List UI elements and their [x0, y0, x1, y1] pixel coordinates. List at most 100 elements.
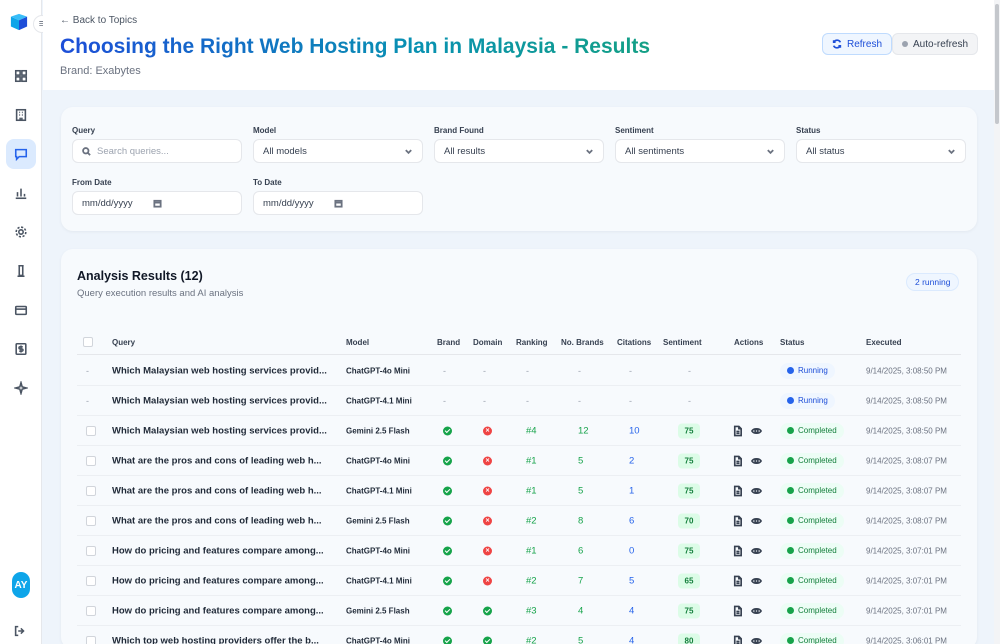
brand-found-select[interactable]: All results — [434, 139, 604, 163]
row-checkbox[interactable] — [86, 455, 96, 466]
calendar-icon[interactable] — [153, 199, 162, 208]
query-text[interactable]: What are the pros and cons of leading we… — [112, 455, 322, 466]
table-row[interactable]: Which top web hosting providers offer th… — [77, 626, 961, 644]
row-checkbox[interactable] — [86, 425, 96, 436]
column-header-no-brands[interactable]: No. Brands — [561, 338, 604, 347]
ranking-value: #1 — [526, 545, 537, 556]
eye-icon[interactable] — [751, 515, 762, 526]
app-logo-icon[interactable] — [10, 13, 28, 31]
status-select[interactable]: All status — [796, 139, 966, 163]
model-select-value: All models — [263, 145, 307, 157]
column-header-ranking[interactable]: Ranking — [516, 338, 548, 347]
row-checkbox[interactable] — [86, 515, 96, 526]
document-icon[interactable] — [732, 635, 743, 644]
document-icon[interactable] — [732, 425, 743, 436]
eye-icon[interactable] — [751, 635, 762, 644]
credit-card-icon[interactable] — [6, 295, 36, 325]
sentiment-score-badge: 75 — [678, 543, 700, 558]
table-row[interactable]: How do pricing and features compare amon… — [77, 536, 961, 566]
no-brands-value: 5 — [578, 455, 584, 466]
eye-icon[interactable] — [751, 425, 762, 436]
running-status-icon — [787, 367, 794, 374]
to-date-input[interactable]: mm/dd/yyyy — [253, 191, 423, 215]
eye-icon[interactable] — [751, 605, 762, 616]
brand-found-icon — [443, 636, 452, 644]
results-title: Analysis Results (12) — [77, 269, 203, 283]
no-brands-value: 8 — [578, 515, 584, 526]
query-text[interactable]: Which Malaysian web hosting services pro… — [112, 425, 327, 436]
status-text: Completed — [798, 636, 837, 644]
document-icon[interactable] — [732, 575, 743, 586]
column-header-executed[interactable]: Executed — [866, 338, 902, 347]
query-text[interactable]: Which top web hosting providers offer th… — [112, 635, 319, 644]
query-text[interactable]: Which Malaysian web hosting services pro… — [112, 365, 327, 376]
query-text[interactable]: How do pricing and features compare amon… — [112, 575, 324, 586]
eye-icon[interactable] — [751, 575, 762, 586]
query-text[interactable]: How do pricing and features compare amon… — [112, 545, 324, 556]
chevron-down-icon — [405, 149, 412, 154]
bar-chart-icon[interactable] — [6, 178, 36, 208]
executed-timestamp: 9/14/2025, 3:08:07 PM — [866, 456, 947, 465]
document-icon[interactable] — [732, 485, 743, 496]
executed-timestamp: 9/14/2025, 3:08:50 PM — [866, 396, 947, 405]
table-row[interactable]: What are the pros and cons of leading we… — [77, 476, 961, 506]
eye-icon[interactable] — [751, 545, 762, 556]
table-row[interactable]: What are the pros and cons of leading we… — [77, 446, 961, 476]
table-row[interactable]: Which Malaysian web hosting services pro… — [77, 416, 961, 446]
calendar-icon[interactable] — [334, 199, 343, 208]
sentiment-select[interactable]: All sentiments — [615, 139, 785, 163]
table-row[interactable]: What are the pros and cons of leading we… — [77, 506, 961, 536]
chat-icon[interactable] — [6, 139, 36, 169]
eye-icon[interactable] — [751, 485, 762, 496]
query-search-input[interactable]: Search queries... — [72, 139, 242, 163]
column-header-status[interactable]: Status — [780, 338, 804, 347]
from-date-input[interactable]: mm/dd/yyyy — [72, 191, 242, 215]
row-checkbox[interactable] — [86, 485, 96, 496]
model-select[interactable]: All models — [253, 139, 423, 163]
column-header-sentiment[interactable]: Sentiment — [663, 338, 702, 347]
row-actions — [732, 515, 762, 526]
row-checkbox[interactable] — [86, 605, 96, 616]
flask-icon[interactable] — [6, 256, 36, 286]
column-header-domain[interactable]: Domain — [473, 338, 502, 347]
back-to-topics-link[interactable]: ← Back to Topics — [60, 15, 137, 26]
row-checkbox[interactable] — [86, 635, 96, 644]
select-all-checkbox[interactable] — [83, 337, 93, 347]
page-scrollbar-thumb[interactable] — [995, 4, 999, 124]
refresh-button[interactable]: Refresh — [822, 33, 893, 55]
sentiment-score-badge: 80 — [678, 633, 700, 644]
column-header-model[interactable]: Model — [346, 338, 369, 347]
building-icon[interactable] — [6, 100, 36, 130]
row-checkbox[interactable] — [86, 545, 96, 556]
row-actions — [732, 605, 762, 616]
dollar-icon[interactable] — [6, 334, 36, 364]
query-text[interactable]: What are the pros and cons of leading we… — [112, 515, 322, 526]
document-icon[interactable] — [732, 455, 743, 466]
auto-refresh-button[interactable]: Auto-refresh — [892, 33, 979, 55]
brand-found-icon — [443, 546, 452, 556]
query-text[interactable]: How do pricing and features compare amon… — [112, 605, 324, 616]
document-icon[interactable] — [732, 515, 743, 526]
table-row[interactable]: How do pricing and features compare amon… — [77, 566, 961, 596]
sparkle-icon[interactable] — [6, 373, 36, 403]
dashboard-icon[interactable] — [6, 61, 36, 91]
column-header-brand[interactable]: Brand — [437, 338, 460, 347]
column-header-query[interactable]: Query — [112, 338, 135, 347]
row-checkbox-placeholder: - — [86, 365, 89, 376]
table-row[interactable]: - Which Malaysian web hosting services pr… — [77, 386, 961, 416]
chevron-down-icon — [586, 149, 593, 154]
status-badge: Completed — [780, 572, 844, 589]
sentiment-score-badge: 70 — [678, 513, 700, 528]
column-header-citations[interactable]: Citations — [617, 338, 651, 347]
query-text[interactable]: Which Malaysian web hosting services pro… — [112, 395, 327, 406]
document-icon[interactable] — [732, 545, 743, 556]
gear-icon[interactable] — [6, 217, 36, 247]
eye-icon[interactable] — [751, 455, 762, 466]
logout-icon[interactable] — [13, 624, 29, 640]
table-row[interactable]: - Which Malaysian web hosting services pr… — [77, 356, 961, 386]
query-text[interactable]: What are the pros and cons of leading we… — [112, 485, 322, 496]
avatar[interactable]: AY — [12, 572, 30, 598]
table-row[interactable]: How do pricing and features compare amon… — [77, 596, 961, 626]
document-icon[interactable] — [732, 605, 743, 616]
row-checkbox[interactable] — [86, 575, 96, 586]
